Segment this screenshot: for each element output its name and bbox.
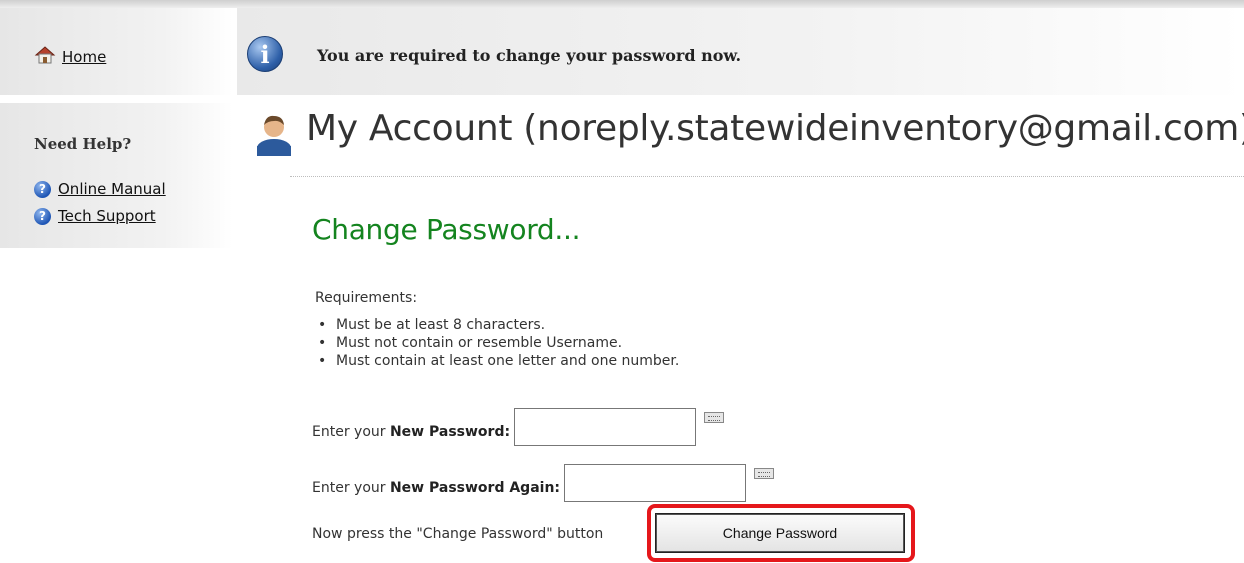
press-instruction: Now press the "Change Password" button xyxy=(312,526,604,542)
new-password-again-row: Enter your New Password Again: xyxy=(312,464,775,502)
help-link-online-manual[interactable]: ? Online Manual xyxy=(34,180,166,198)
change-password-button[interactable]: Change Password xyxy=(655,513,905,553)
sidebar-help-panel: Need Help? ? Online Manual ? Tech Suppor… xyxy=(0,103,233,248)
notice-message: You are required to change your password… xyxy=(317,46,742,65)
change-password-heading: Change Password... xyxy=(312,213,581,246)
label-prefix: Enter your xyxy=(312,480,390,496)
keyboard-icon[interactable] xyxy=(704,412,725,423)
requirement-item: Must contain at least one letter and one… xyxy=(318,352,679,370)
home-icon xyxy=(34,46,56,64)
top-rule xyxy=(0,0,1244,8)
tech-support-link[interactable]: Tech Support xyxy=(58,207,156,225)
new-password-input[interactable] xyxy=(514,408,697,446)
help-link-tech-support[interactable]: ? Tech Support xyxy=(34,207,156,225)
sidebar-separator xyxy=(0,95,233,103)
page-title: My Account (noreply.statewideinventory@g… xyxy=(306,108,1244,149)
title-divider xyxy=(290,176,1244,177)
label-bold: New Password: xyxy=(389,424,511,440)
keyboard-icon[interactable] xyxy=(754,468,775,479)
sidebar: Home Need Help? ? Online Manual ? Tech S… xyxy=(0,8,233,563)
help-question-icon: ? xyxy=(34,207,51,225)
new-password-again-label: Enter your New Password Again: xyxy=(312,480,560,496)
need-help-title: Need Help? xyxy=(34,135,132,153)
label-bold: New Password Again: xyxy=(389,480,561,496)
online-manual-link[interactable]: Online Manual xyxy=(58,180,166,198)
home-link-row[interactable]: Home xyxy=(34,44,106,66)
user-icon xyxy=(257,115,291,156)
label-prefix: Enter your xyxy=(312,424,390,440)
new-password-again-input[interactable] xyxy=(564,464,747,502)
new-password-row: Enter your New Password: xyxy=(312,408,725,446)
new-password-label: Enter your New Password: xyxy=(312,424,510,440)
home-link[interactable]: Home xyxy=(62,48,106,66)
requirements-list: Must be at least 8 characters. Must not … xyxy=(318,316,679,370)
sidebar-home-panel: Home xyxy=(0,8,233,95)
notice-bar: i You are required to change your passwo… xyxy=(237,8,1244,95)
requirement-item: Must not contain or resemble Username. xyxy=(318,334,679,352)
requirements-label: Requirements: xyxy=(315,290,418,306)
info-icon: i xyxy=(247,36,283,72)
help-question-icon: ? xyxy=(34,180,51,198)
requirement-item: Must be at least 8 characters. xyxy=(318,316,679,334)
